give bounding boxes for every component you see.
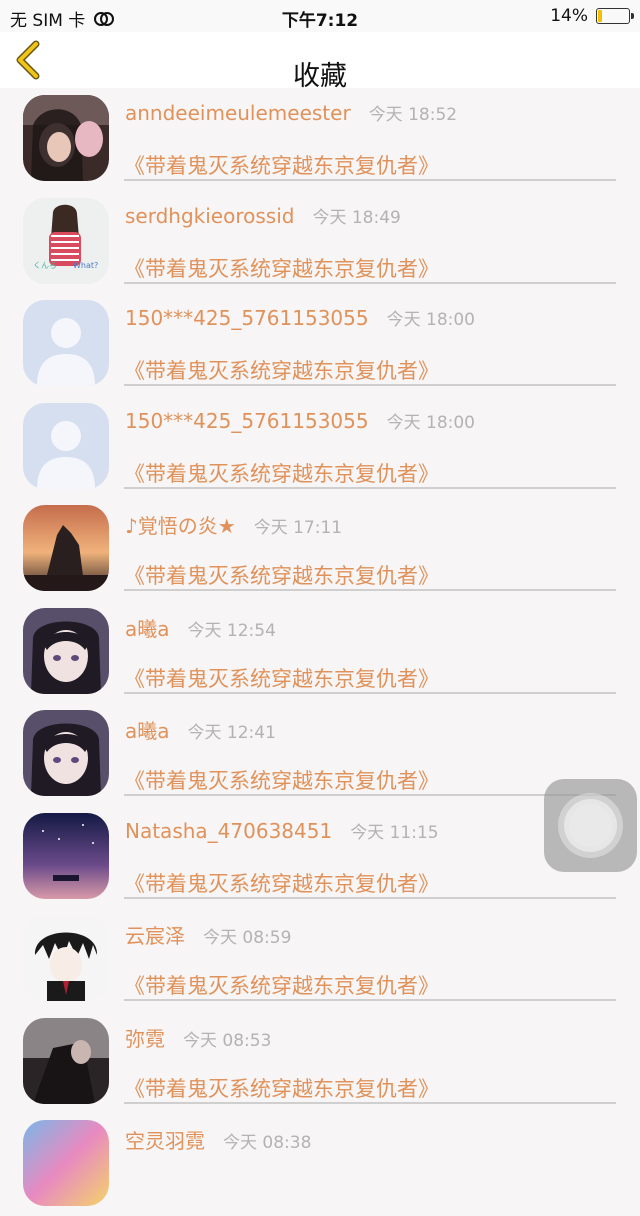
timestamp: 今天 18:00 bbox=[386, 412, 475, 433]
avatar[interactable] bbox=[23, 95, 109, 181]
avatar[interactable] bbox=[23, 300, 109, 386]
name-line: serdhgkieorossid 今天 18:49 bbox=[125, 203, 401, 228]
battery-percent: 14% bbox=[550, 6, 588, 26]
row-divider bbox=[124, 794, 616, 796]
user-name[interactable]: 云宸泽 bbox=[125, 920, 185, 949]
name-line: 150***425_5761153055 今天 18:00 bbox=[125, 305, 475, 330]
timestamp: 今天 11:15 bbox=[350, 822, 439, 843]
avatar[interactable] bbox=[23, 710, 109, 796]
avatar[interactable] bbox=[23, 812, 109, 899]
timestamp: 今天 08:59 bbox=[203, 928, 292, 948]
favorite-row[interactable]: ♪覚悟の炎★ 今天 17:11 《带着鬼灭系统穿越东京复仇者》 bbox=[0, 498, 640, 601]
timestamp: 今天 17:11 bbox=[253, 518, 343, 538]
battery-fill bbox=[598, 10, 602, 22]
user-name[interactable]: a曦a bbox=[125, 613, 170, 642]
name-line: anndeeimeulemeester 今天 18:52 bbox=[125, 100, 457, 125]
row-divider bbox=[124, 896, 616, 899]
row-divider bbox=[124, 1101, 616, 1104]
book-title-link[interactable]: 《带着鬼灭系统穿越东京复仇者》 bbox=[124, 663, 439, 693]
avatar[interactable] bbox=[23, 505, 109, 591]
status-bar: 无 SIM 卡 下午7:12 14% bbox=[0, 0, 640, 32]
name-line: 空灵羽霓 今天 08:38 bbox=[125, 1125, 311, 1154]
favorite-row[interactable]: anndeeimeulemeester 今天 18:52 《带着鬼灭系统穿越东京复仇… bbox=[0, 88, 640, 191]
name-line: ♪覚悟の炎★ 今天 17:11 bbox=[125, 510, 342, 539]
user-name[interactable]: ♪覚悟の炎★ bbox=[125, 510, 236, 539]
name-line: a曦a 今天 12:54 bbox=[125, 613, 276, 642]
avatar[interactable] bbox=[23, 1017, 109, 1104]
svg-text:What?: What? bbox=[73, 261, 98, 270]
book-title-link[interactable]: 《带着鬼灭系统穿越东京复仇者》 bbox=[124, 150, 439, 180]
book-title-link[interactable]: 《带着鬼灭系统穿越东京复仇者》 bbox=[124, 560, 439, 590]
name-line: 弥霓 今天 08:53 bbox=[125, 1023, 271, 1052]
name-line: Natasha_470638451 今天 11:15 bbox=[125, 818, 439, 843]
favorite-row[interactable]: a曦a 今天 12:41 《带着鬼灭系统穿越东京复仇者》 bbox=[0, 703, 640, 806]
row-divider bbox=[124, 281, 616, 284]
book-title-link[interactable]: 《带着鬼灭系统穿越东京复仇者》 bbox=[124, 1073, 439, 1103]
favorite-row[interactable]: 150***425_5761153055 今天 18:00 《带着鬼灭系统穿越东京复… bbox=[0, 396, 640, 499]
nav-bar: 收藏 bbox=[0, 32, 640, 92]
timestamp: 今天 18:52 bbox=[368, 105, 458, 125]
user-name[interactable]: 150***425_5761153055 bbox=[125, 409, 369, 433]
name-line: 云宸泽 今天 08:59 bbox=[125, 920, 291, 949]
avatar[interactable] bbox=[23, 915, 109, 1001]
status-time: 下午7:12 bbox=[281, 11, 359, 31]
favorite-row[interactable]: 空灵羽霓 今天 08:38 bbox=[0, 1113, 640, 1216]
status-right: 14% bbox=[550, 6, 634, 26]
row-divider bbox=[124, 179, 616, 181]
book-title-link[interactable]: 《带着鬼灭系统穿越东京复仇者》 bbox=[124, 253, 439, 283]
name-line: a曦a 今天 12:41 bbox=[125, 715, 276, 744]
user-name[interactable]: anndeeimeulemeester bbox=[125, 101, 351, 125]
avatar[interactable] bbox=[23, 1120, 109, 1206]
row-divider bbox=[124, 486, 616, 489]
battery-icon bbox=[596, 8, 634, 24]
favorites-list: anndeeimeulemeester 今天 18:52 《带着鬼灭系统穿越东京复仇… bbox=[0, 88, 640, 1216]
book-title-link[interactable]: 《带着鬼灭系统穿越东京复仇者》 bbox=[124, 970, 439, 1000]
row-divider bbox=[124, 999, 616, 1001]
book-title-link[interactable]: 《带着鬼灭系统穿越东京复仇者》 bbox=[124, 868, 439, 898]
user-name[interactable]: serdhgkieorossid bbox=[125, 204, 294, 228]
assistive-touch-button[interactable] bbox=[544, 779, 637, 872]
favorite-row[interactable]: 弥霓 今天 08:53 《带着鬼灭系统穿越东京复仇者》 bbox=[0, 1011, 640, 1114]
timestamp: 今天 08:38 bbox=[223, 1133, 312, 1153]
assistive-ring-inner bbox=[569, 804, 612, 847]
user-name[interactable]: 弥霓 bbox=[125, 1023, 165, 1052]
avatar[interactable] bbox=[23, 402, 109, 489]
book-title-link[interactable]: 《带着鬼灭系统穿越东京复仇者》 bbox=[124, 765, 439, 795]
favorite-row[interactable]: 云宸泽 今天 08:59 《带着鬼灭系统穿越东京复仇者》 bbox=[0, 908, 640, 1011]
timestamp: 今天 18:49 bbox=[312, 207, 401, 228]
favorite-row[interactable]: 150***425_5761153055 今天 18:00 《带着鬼灭系统穿越东京复… bbox=[0, 293, 640, 396]
avatar[interactable] bbox=[23, 607, 109, 694]
timestamp: 今天 12:41 bbox=[187, 723, 276, 743]
row-divider bbox=[124, 589, 616, 591]
user-name[interactable]: a曦a bbox=[125, 715, 170, 744]
timestamp: 今天 12:54 bbox=[187, 620, 276, 641]
book-title-link[interactable]: 《带着鬼灭系统穿越东京复仇者》 bbox=[124, 355, 439, 385]
row-divider bbox=[124, 384, 616, 386]
user-name[interactable]: 150***425_5761153055 bbox=[125, 306, 369, 330]
favorite-row[interactable]: くんら What? serdhgkieorossid 今天 18:49 《带着鬼灭系… bbox=[0, 191, 640, 294]
timestamp: 今天 08:53 bbox=[183, 1030, 272, 1051]
svg-text:くんら: くんら bbox=[33, 261, 57, 270]
favorite-row[interactable]: a曦a 今天 12:54 《带着鬼灭系统穿越东京复仇者》 bbox=[0, 601, 640, 704]
name-line: 150***425_5761153055 今天 18:00 bbox=[125, 408, 475, 433]
row-divider bbox=[124, 691, 616, 694]
user-name[interactable]: Natasha_470638451 bbox=[125, 819, 332, 843]
user-name[interactable]: 空灵羽霓 bbox=[125, 1125, 205, 1154]
avatar[interactable]: くんら What? bbox=[23, 197, 109, 284]
timestamp: 今天 18:00 bbox=[386, 310, 475, 330]
book-title-link[interactable]: 《带着鬼灭系统穿越东京复仇者》 bbox=[124, 458, 439, 488]
